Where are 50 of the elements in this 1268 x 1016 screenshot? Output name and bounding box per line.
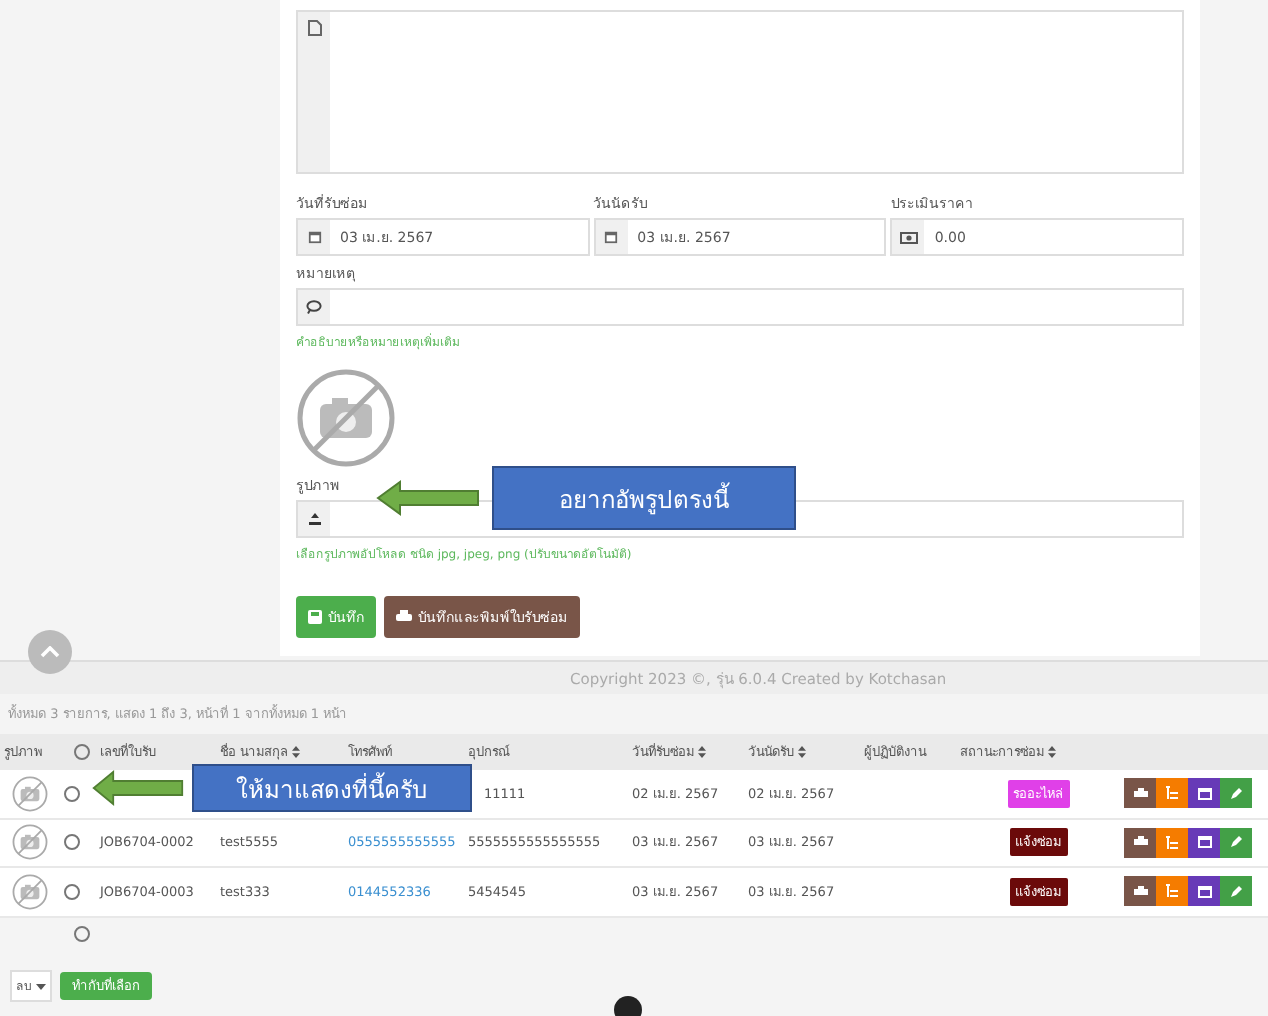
print-button[interactable] [1124, 827, 1156, 858]
document-icon [307, 20, 321, 36]
print-icon [1133, 836, 1147, 849]
pencil-icon [1230, 836, 1242, 849]
calendar-button[interactable] [1188, 876, 1220, 907]
calendar-icon [604, 230, 619, 244]
print-icon [396, 610, 412, 624]
sort-icon[interactable] [798, 746, 806, 758]
select-all-checkbox[interactable] [74, 744, 90, 760]
calendar-icon [1197, 787, 1211, 800]
edit-button[interactable] [1220, 876, 1252, 907]
pencil-icon [1230, 885, 1242, 898]
row-checkbox[interactable] [64, 785, 80, 802]
calendar-icon [1197, 885, 1211, 898]
row-checkbox[interactable] [74, 925, 90, 941]
calendar-button[interactable] [1188, 778, 1220, 809]
print-icon [1133, 885, 1147, 898]
arrow-icon [92, 770, 184, 806]
sort-icon[interactable] [292, 746, 301, 758]
print-button[interactable] [1124, 876, 1156, 907]
chevron-up-icon [40, 646, 60, 658]
save-icon [308, 610, 322, 624]
sort-icon[interactable] [698, 746, 706, 758]
sort-icon[interactable] [1048, 746, 1056, 758]
edit-button[interactable] [1220, 778, 1252, 809]
row-checkbox[interactable] [64, 883, 80, 900]
no-photo-icon [12, 873, 48, 910]
calendar-icon [307, 230, 321, 244]
callout-label: ให้มาแสดงที่นี้ครับ [192, 764, 472, 812]
no-photo-icon [12, 824, 48, 861]
calendar-button[interactable] [1188, 827, 1220, 858]
no-photo-icon [12, 775, 48, 812]
list-icon [1166, 884, 1178, 899]
arrow-icon [376, 480, 480, 516]
comment-icon [306, 300, 322, 314]
money-icon [899, 231, 918, 243]
pencil-icon [1230, 787, 1242, 800]
callout-label: อยากอัพรูปตรงนี้ [492, 466, 796, 530]
list-icon [1166, 835, 1178, 850]
list-icon [1166, 786, 1178, 801]
edit-button[interactable] [1220, 827, 1252, 858]
print-button[interactable] [1124, 778, 1156, 809]
row-checkbox[interactable] [64, 834, 80, 851]
help-button[interactable] [614, 996, 642, 1016]
calendar-icon [1197, 836, 1211, 849]
no-photo-icon [296, 368, 396, 468]
upload-icon [307, 512, 321, 526]
input-field[interactable] [296, 288, 1184, 326]
print-icon [1133, 787, 1147, 800]
caret-icon [35, 983, 46, 989]
